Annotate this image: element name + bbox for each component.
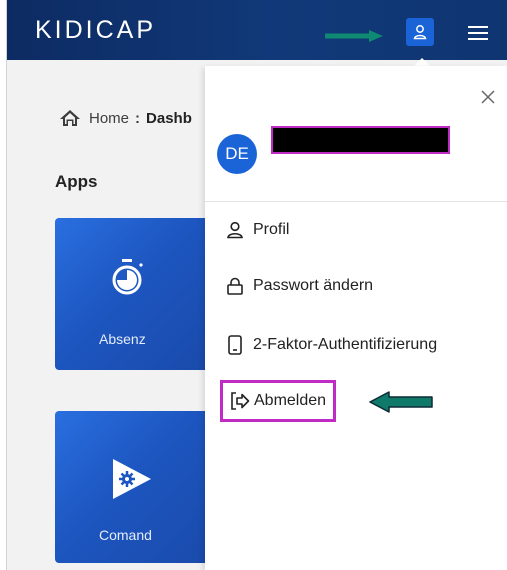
app-logo[interactable]: KIDICAP bbox=[35, 16, 156, 45]
annotation-arrow-right-icon bbox=[325, 30, 383, 42]
menu-item-profil[interactable]: Profil bbox=[225, 220, 289, 240]
breadcrumb: Home : Dashb bbox=[59, 109, 192, 127]
menu-item-passwort-aendern[interactable]: Passwort ändern bbox=[225, 276, 373, 296]
app-tile-label: Comand bbox=[99, 527, 152, 543]
hamburger-line bbox=[468, 38, 488, 40]
logout-icon bbox=[230, 391, 250, 411]
user-menu-button[interactable] bbox=[406, 18, 434, 46]
close-icon[interactable] bbox=[481, 90, 495, 104]
app-frame: KIDICAP Home : Dashb Apps Absenz Comand … bbox=[6, 0, 507, 570]
home-icon[interactable] bbox=[59, 109, 81, 127]
hamburger-icon bbox=[468, 26, 488, 28]
menu-item-label: Profil bbox=[253, 221, 290, 238]
top-bar: KIDICAP bbox=[7, 0, 507, 60]
apps-heading: Apps bbox=[55, 172, 98, 191]
hamburger-menu-button[interactable] bbox=[468, 22, 488, 42]
app-tile-comand[interactable]: Comand bbox=[55, 411, 215, 563]
breadcrumb-current: Dashb bbox=[146, 109, 192, 127]
phone-icon bbox=[225, 335, 245, 355]
breadcrumb-home[interactable]: Home bbox=[89, 110, 129, 127]
menu-item-2fa[interactable]: 2-Faktor-Authentifizierung bbox=[225, 335, 437, 355]
redacted-username bbox=[271, 126, 450, 154]
hamburger-line bbox=[468, 32, 488, 34]
lock-icon bbox=[225, 276, 245, 296]
menu-item-label: Passwort ändern bbox=[253, 277, 374, 294]
app-tile-absenz[interactable]: Absenz bbox=[55, 218, 215, 370]
breadcrumb-separator: : bbox=[135, 109, 141, 127]
menu-item-label: Abmelden bbox=[254, 392, 327, 409]
play-gear-icon bbox=[113, 459, 151, 499]
avatar: DE bbox=[217, 134, 257, 174]
menu-item-abmelden[interactable]: Abmelden bbox=[220, 380, 337, 422]
app-tile-label: Absenz bbox=[99, 331, 146, 347]
divider bbox=[205, 201, 507, 202]
annotation-arrow-left-icon bbox=[369, 391, 433, 413]
menu-item-label: 2-Faktor-Authentifizierung bbox=[253, 336, 438, 353]
stopwatch-icon bbox=[112, 259, 143, 295]
user-icon bbox=[413, 25, 427, 40]
user-dropdown-panel: DE Profil Passwort ändern 2-Faktor-Authe… bbox=[205, 66, 507, 570]
user-icon bbox=[225, 220, 245, 240]
